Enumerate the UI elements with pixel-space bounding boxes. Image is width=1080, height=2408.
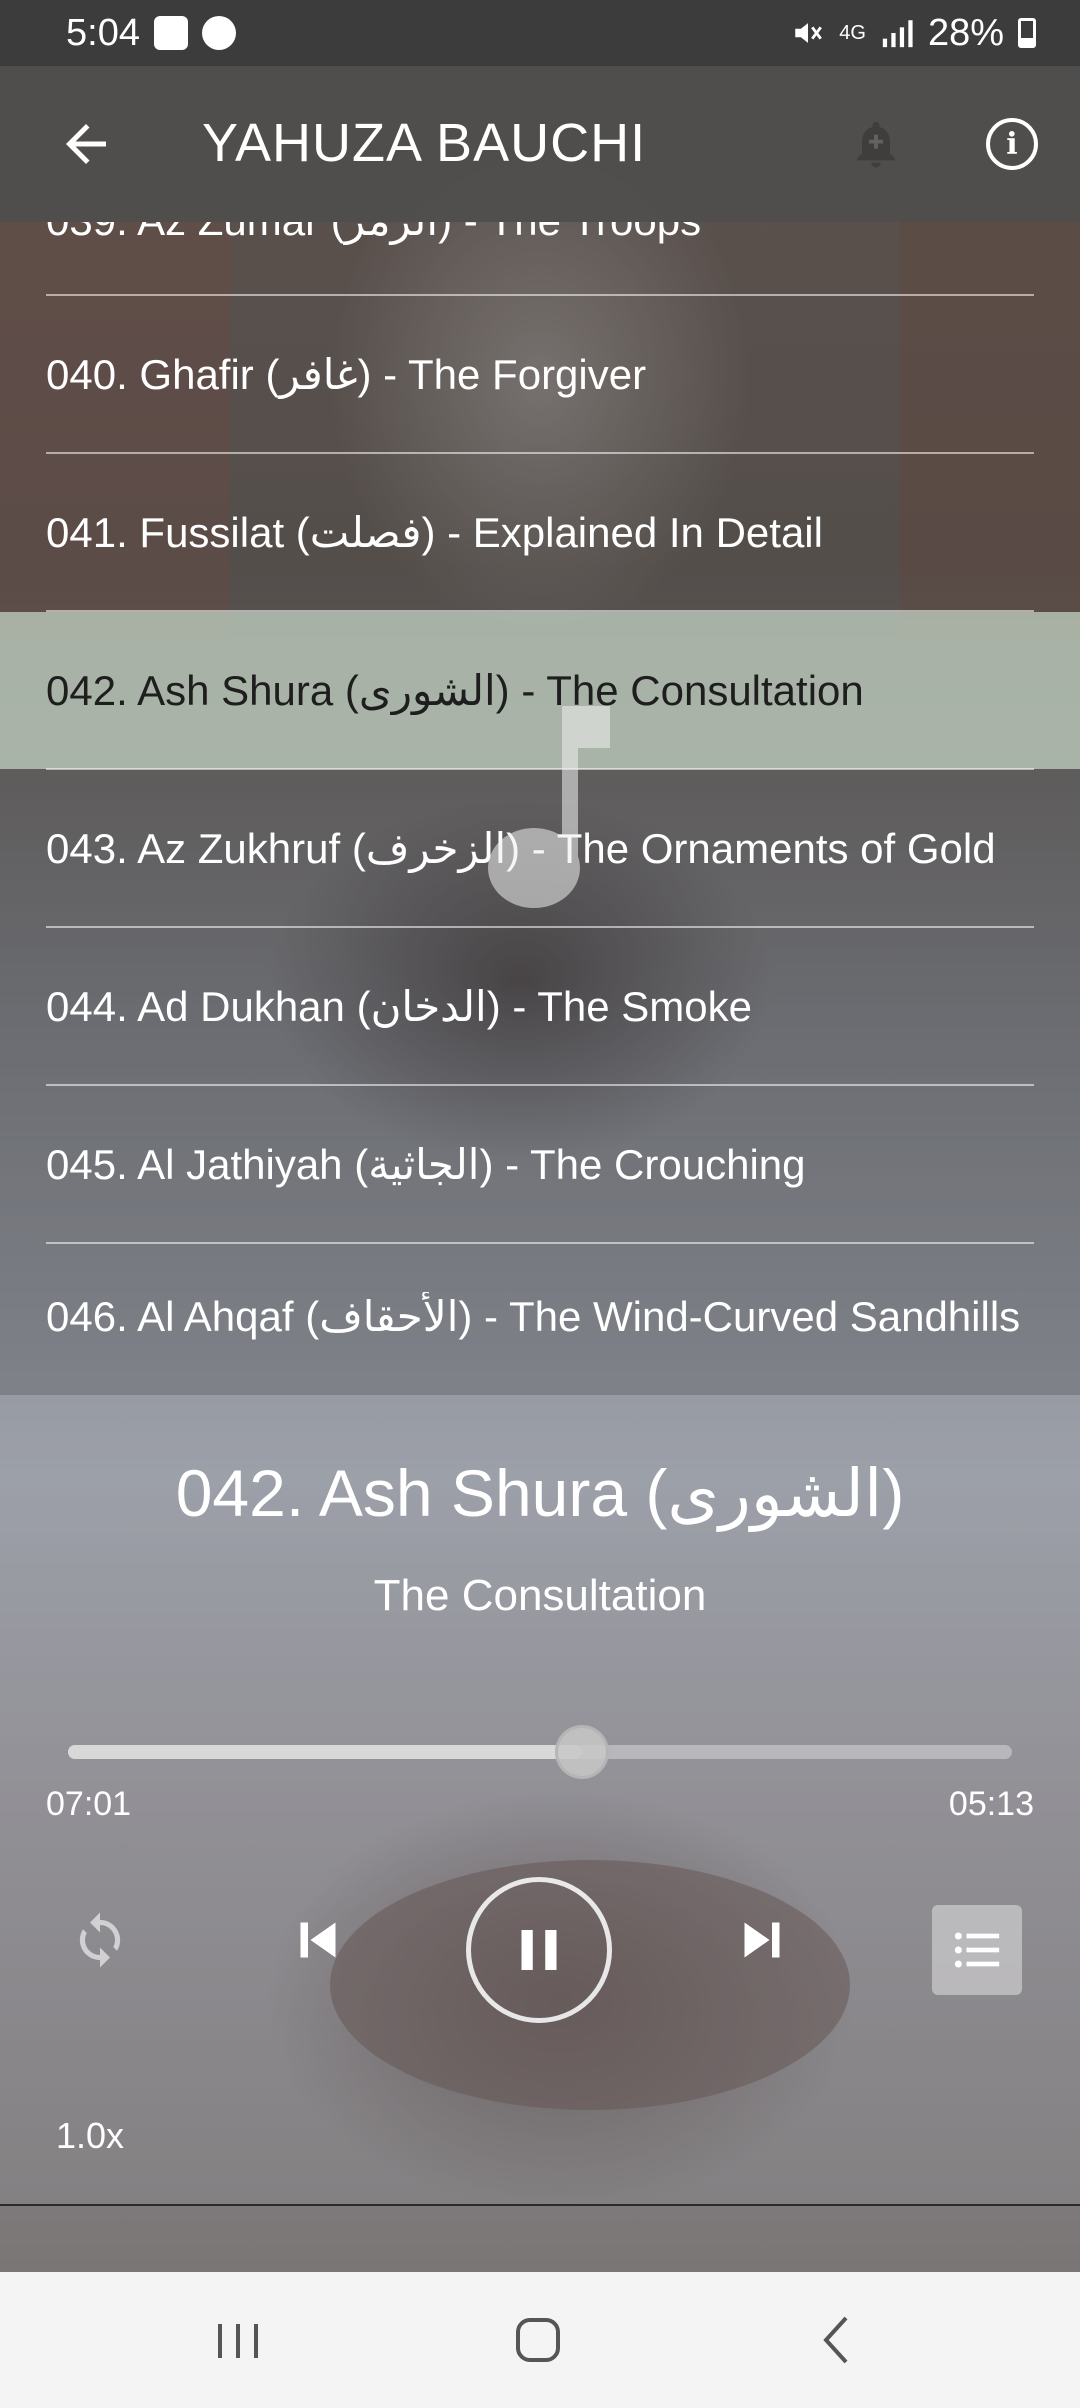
recent-apps-button[interactable]	[208, 2312, 268, 2368]
battery-percent: 28%	[927, 11, 1004, 54]
network-label: 4G	[839, 22, 866, 44]
status-left: 5:04	[66, 12, 236, 55]
track-label: 046. Al Ahqaf (الأحقاف) - The Wind-Curve…	[46, 1293, 1021, 1340]
list-item[interactable]: 039. Az Zumar (الزمر) - The Troops	[0, 222, 1080, 299]
back-button[interactable]	[56, 114, 116, 174]
track-label: 045. Al Jathiyah (الجاثية) - The Crouchi…	[46, 1141, 806, 1188]
player-panel: 042. Ash Shura (الشورى) The Consultation…	[0, 1395, 1080, 2205]
status-bar: 5:04 4G 28%	[0, 0, 1080, 66]
info-icon: i	[1006, 126, 1018, 162]
elapsed-time: 07:01	[46, 1785, 132, 1823]
battery-icon	[1018, 18, 1036, 48]
play-pause-button[interactable]	[466, 1877, 612, 2023]
track-label: 044. Ad Dukhan (الدخان) - The Smoke	[46, 983, 752, 1030]
home-icon	[516, 2318, 560, 2362]
list-item[interactable]: 040. Ghafir (غافر) - The Forgiver	[0, 296, 1080, 453]
notification-button[interactable]	[848, 116, 904, 172]
pause-icon	[521, 1930, 557, 1970]
track-label: 041. Fussilat (فصلت) - Explained In Deta…	[46, 509, 823, 556]
playlist: 039. Az Zumar (الزمر) - The Troops 040. …	[0, 222, 1080, 1395]
list-item[interactable]: 044. Ad Dukhan (الدخان) - The Smoke	[0, 928, 1080, 1085]
repeat-button[interactable]	[70, 1910, 130, 1970]
skip-previous-icon	[300, 1922, 336, 1958]
page-title: YAHUZA BAUCHI	[202, 113, 647, 173]
divider	[0, 2204, 1080, 2206]
now-playing-subtitle: The Consultation	[373, 1571, 707, 1620]
track-label: 042. Ash Shura (الشورى) - The Consultati…	[46, 667, 864, 714]
track-label: 039. Az Zumar (الزمر) - The Troops	[46, 222, 701, 245]
seek-thumb[interactable]	[555, 1725, 610, 1779]
home-button[interactable]	[508, 2312, 568, 2368]
speed-button[interactable]: 1.0x	[56, 2115, 124, 2157]
track-label: 040. Ghafir (غافر) - The Forgiver	[46, 351, 647, 398]
status-time: 5:04	[66, 11, 140, 54]
list-item[interactable]: 045. Al Jathiyah (الجاثية) - The Crouchi…	[0, 1086, 1080, 1243]
recents-icon	[218, 2324, 258, 2358]
previous-button[interactable]	[288, 1910, 348, 1970]
bell-plus-icon	[857, 121, 895, 168]
repeat-icon	[79, 1912, 121, 1968]
next-button[interactable]	[732, 1910, 792, 1970]
arrow-left-icon	[66, 124, 106, 164]
list-item[interactable]: 046. Al Ahqaf (الأحقاف) - The Wind-Curve…	[0, 1238, 1080, 1395]
chevron-left-icon	[823, 2316, 848, 2364]
playlist-button[interactable]	[932, 1905, 1022, 1995]
list-item-active[interactable]: 042. Ash Shura (الشورى) - The Consultati…	[0, 612, 1080, 769]
total-time: 05:13	[948, 1785, 1034, 1823]
track-label: 043. Az Zukhruf (الزخرف) - The Ornaments…	[46, 825, 996, 872]
app-bar: YAHUZA BAUCHI i	[0, 66, 1080, 222]
seek-progress	[68, 1745, 583, 1759]
now-playing-title: 042. Ash Shura (الشورى)	[175, 1456, 905, 1530]
system-nav-bar	[0, 2272, 1080, 2408]
list-item[interactable]: 043. Az Zukhruf (الزخرف) - The Ornaments…	[0, 770, 1080, 927]
gallery-icon	[153, 16, 188, 50]
phone-icon	[201, 16, 236, 50]
skip-next-icon	[744, 1922, 780, 1958]
list-item[interactable]: 041. Fussilat (فصلت) - Explained In Deta…	[0, 454, 1080, 611]
signal-icon	[882, 20, 913, 48]
status-right: 4G 28%	[791, 12, 1036, 55]
seek-bar[interactable]	[68, 1725, 1012, 1779]
mute-icon	[795, 23, 823, 43]
system-back-button[interactable]	[808, 2312, 868, 2368]
info-button[interactable]: i	[986, 118, 1038, 170]
playlist-icon	[954, 1932, 1000, 1968]
